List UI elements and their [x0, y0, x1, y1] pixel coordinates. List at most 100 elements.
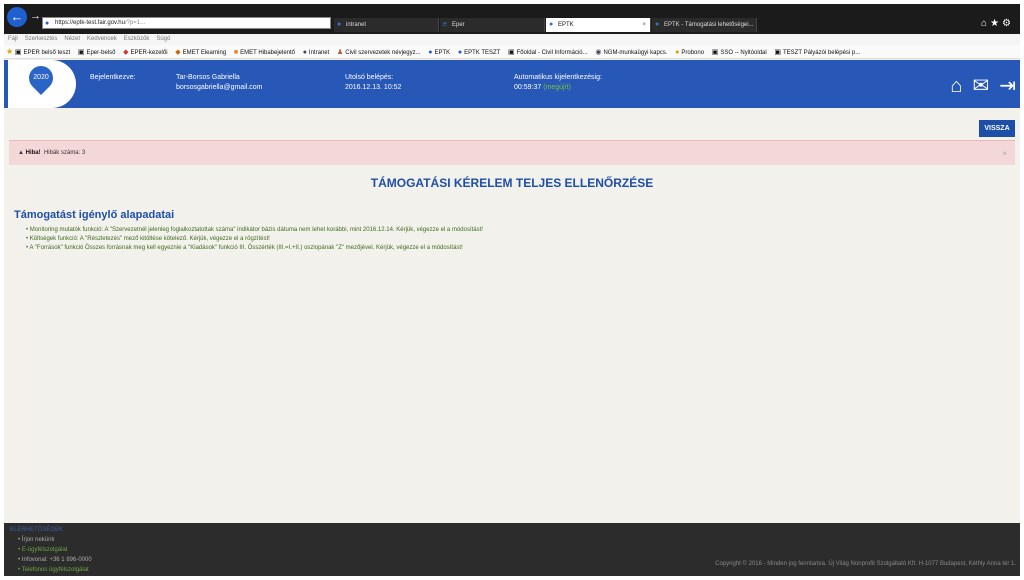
ie-icon: e — [443, 21, 447, 28]
logo[interactable]: 2020 — [8, 60, 76, 108]
tab-eper[interactable]: e Eper — [440, 18, 545, 32]
favorite-label: EPER-kezelői — [130, 50, 168, 56]
footer-link-eservice[interactable]: • E-ügyfélszolgálat — [18, 547, 67, 553]
favorite-label: SSO -- Nyitóoldal — [720, 50, 767, 56]
tab-label: Eper — [452, 22, 465, 28]
tab-eptk-support[interactable]: ● EPTK - Támogatási lehetőségei... — [652, 18, 757, 32]
logo-text: 2020 — [33, 74, 49, 81]
favorite-label: Eper-belső — [86, 50, 116, 56]
footer-label: Telefonos ügyfélszolgálat — [21, 567, 89, 573]
site-pin-icon: ● — [457, 49, 463, 56]
browser-icons: ⌂★⚙ — [981, 18, 1014, 29]
footer-infoline: • Infovonal: +36 1 896-0000 — [18, 557, 92, 563]
menu-tools[interactable]: Eszközök — [124, 36, 150, 42]
favorite-item[interactable]: ◆ EPER-kezelői — [123, 46, 168, 58]
probono-icon: ● — [675, 49, 680, 56]
logged-in-label: Bejelentkezve: — [90, 74, 136, 81]
tab-intranet[interactable]: ● intranet — [334, 18, 439, 32]
favorite-label: EPER belső teszt — [23, 50, 71, 56]
favorite-item[interactable]: ■ EMET Hibabejelentő — [233, 46, 296, 58]
header-icons: ⌂ ✉ ⇥ — [940, 73, 1016, 98]
section-title: Támogatást igénylő alapadatai — [14, 209, 175, 221]
page-icon: ▣ — [508, 49, 515, 56]
user-email: borsosgabriella@gmail.com — [176, 84, 263, 91]
favorite-label: EMET Elearning — [182, 50, 227, 56]
footer-label: Írjon nekünk — [21, 537, 55, 543]
tab-label: intranet — [346, 22, 367, 28]
mail-icon[interactable]: ✉ — [972, 75, 989, 97]
list-item: Költségek funkció: A "Részletezés" mező … — [26, 235, 483, 244]
emet-icon: ◆ — [175, 49, 181, 56]
list-item: Monitoring mutatók funkció: A "Szervezet… — [26, 226, 483, 235]
auto-logout-timer: 00:59:37 (megújít) — [514, 83, 571, 93]
logout-icon[interactable]: ⇥ — [999, 75, 1016, 97]
favorite-item[interactable]: ● EPTK TESZT — [457, 46, 501, 58]
favorite-item[interactable]: ◆ EMET Elearning — [175, 46, 227, 58]
favorite-label: Civil szervezetek névjegyz... — [345, 50, 421, 56]
back-arrow-icon[interactable]: ← — [7, 7, 27, 27]
page-icon: ▣ — [14, 49, 22, 56]
close-tab-icon[interactable]: × — [642, 18, 646, 32]
tab-label: EPTK — [558, 22, 574, 28]
close-icon[interactable]: × — [1002, 141, 1007, 166]
menu-bar: Fájl Szerkesztés Nézet Kedvencek Eszközök Súg… — [4, 34, 1020, 45]
favorite-item[interactable]: ● EPTK — [428, 46, 450, 58]
auto-logout-label: Automatikus kijelentkezésig: — [514, 74, 602, 81]
last-login-label: Utolsó belépés: — [345, 74, 394, 81]
eper-icon: ◆ — [123, 49, 129, 56]
site-footer: ELÉRHETŐSÉGEK • Írjon nekünk • E-ügyféls… — [4, 523, 1020, 576]
back-button[interactable]: VISSZA — [979, 120, 1015, 137]
page-icon: ▣ — [774, 49, 782, 56]
tab-label: EPTK - Támogatási lehetőségei... — [664, 22, 754, 28]
favorite-item[interactable]: ▣ TESZT Pályázói belépési p... — [774, 46, 861, 58]
footer-title: ELÉRHETŐSÉGEK — [10, 527, 64, 533]
last-login-value: 2016.12.13. 10:52 — [345, 84, 402, 91]
list-item: A "Források" funkció Összes forrásnak me… — [26, 244, 483, 253]
forward-arrow-icon[interactable]: → — [30, 10, 41, 22]
star-icon[interactable]: ★ — [990, 18, 1002, 29]
footer-link-write[interactable]: • Írjon nekünk — [18, 537, 54, 543]
favorite-label: Probono — [681, 50, 705, 56]
favorite-label: NGM-munkaügyi kapcs. — [603, 50, 668, 56]
home-icon[interactable]: ⌂ — [981, 18, 990, 29]
footer-label: E-ügyfélszolgálat — [21, 547, 68, 553]
menu-favorites[interactable]: Kedvencek — [87, 36, 117, 42]
favorite-label: EPTK TESZT — [464, 50, 501, 56]
menu-view[interactable]: Nézet — [64, 36, 80, 42]
user-name: Tar-Borsos Gabriella — [176, 74, 240, 81]
tab-eptk[interactable]: ● EPTK × — [546, 18, 651, 32]
globe-icon: ● — [337, 21, 342, 28]
address-bar[interactable]: ● https://eptk-test.fair.gov.hu/?p=1... — [42, 17, 331, 29]
site-pin-icon: ● — [549, 21, 554, 28]
favorite-label: Főoldal - Civil Információ... — [516, 50, 588, 56]
page-title: TÁMOGATÁSI KÉRELEM TELJES ELLENŐRZÉSE — [370, 176, 654, 190]
footer-link-phone[interactable]: • Telefonos ügyfélszolgálat — [18, 567, 89, 573]
favorite-item[interactable]: ♟ Civil szervezetek névjegyz... — [336, 46, 421, 58]
favorite-item[interactable]: ▣ Eper-belső — [77, 46, 116, 58]
site-header: 2020 Bejelentkezve: Tar-Borsos Gabriella… — [4, 60, 1020, 108]
gear-icon[interactable]: ⚙ — [1002, 18, 1014, 29]
address-host: https://eptk-test.fair.gov.hu — [55, 20, 125, 26]
favorite-label: EMET Hibabejelentő — [240, 50, 296, 56]
menu-file[interactable]: Fájl — [8, 36, 18, 42]
favorite-item[interactable]: ● Probono — [675, 46, 705, 58]
timer-value: 00:59:37 — [514, 84, 542, 91]
menu-edit[interactable]: Szerkesztés — [25, 36, 58, 42]
browser-toolbar: ← → ● https://eptk-test.fair.gov.hu/?p=1… — [4, 4, 1020, 34]
favorite-label: TESZT Pályázói belépési p... — [783, 50, 861, 56]
copyright: Copyright © 2016 - Minden jog fenntartva… — [715, 561, 1016, 567]
favorite-item[interactable]: ▣ SSO -- Nyitóoldal — [712, 46, 767, 58]
home-icon[interactable]: ⌂ — [950, 75, 962, 97]
renew-link[interactable]: (megújít) — [543, 84, 571, 91]
menu-help[interactable]: Súgó — [156, 36, 170, 42]
page-icon: ▣ — [77, 49, 85, 56]
favorites-bar: ★ ▣ EPER belső teszt ▣ Eper-belső ◆ EPER-ke… — [4, 45, 1020, 59]
favorite-item[interactable]: ◉ NGM-munkaügyi kapcs. — [595, 46, 668, 58]
person-icon: ♟ — [336, 49, 344, 56]
bug-icon: ■ — [233, 49, 239, 56]
favorite-item[interactable]: ▣ EPER belső teszt — [14, 46, 71, 58]
error-list: Monitoring mutatók funkció: A "Szervezet… — [26, 226, 483, 253]
favorite-item[interactable]: ● Intranet — [303, 46, 330, 58]
site-pin-icon: ● — [655, 21, 660, 28]
favorite-item[interactable]: ▣ Főoldal - Civil Információ... — [508, 46, 588, 58]
